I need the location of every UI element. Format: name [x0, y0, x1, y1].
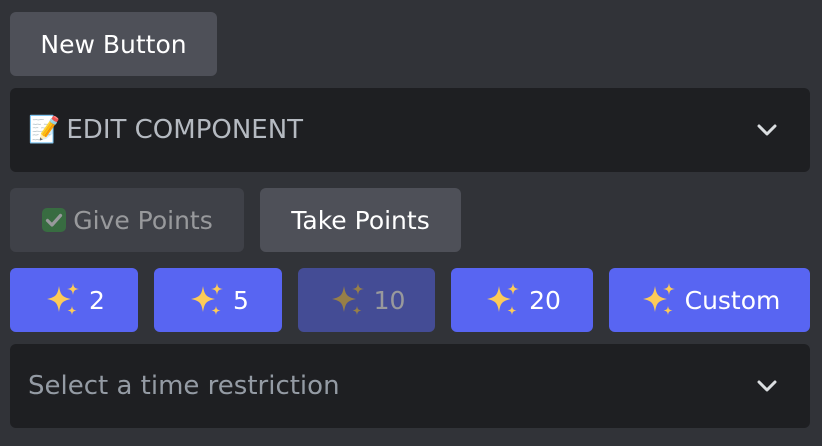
- points-5-label: 5: [233, 285, 249, 315]
- points-10-label: 10: [373, 285, 406, 315]
- points-10-button[interactable]: 10: [298, 268, 435, 332]
- time-restriction-select[interactable]: Select a time restriction: [10, 344, 810, 428]
- sparkles-icon: [187, 280, 227, 320]
- take-points-label: Take Points: [291, 205, 430, 235]
- chevron-down-icon: [754, 373, 780, 399]
- new-button[interactable]: New Button: [10, 12, 217, 76]
- new-button-label: New Button: [40, 29, 187, 59]
- points-custom-button[interactable]: Custom: [609, 268, 810, 332]
- give-points-label: Give Points: [73, 205, 213, 235]
- sparkles-icon: [483, 280, 523, 320]
- points-20-button[interactable]: 20: [451, 268, 593, 332]
- points-custom-label: Custom: [684, 285, 781, 315]
- edit-component-label: EDIT COMPONENT: [66, 115, 304, 145]
- take-points-button[interactable]: Take Points: [260, 188, 461, 252]
- sparkles-icon: [43, 280, 83, 320]
- give-points-button[interactable]: Give Points: [10, 188, 244, 252]
- memo-icon: 📝: [28, 115, 61, 145]
- sparkles-icon: [639, 280, 679, 320]
- check-mark-icon: [41, 207, 67, 233]
- sparkles-icon: [328, 280, 368, 320]
- edit-component-select[interactable]: 📝 EDIT COMPONENT: [10, 88, 810, 172]
- points-2-button[interactable]: 2: [10, 268, 138, 332]
- edit-component-text: 📝 EDIT COMPONENT: [28, 115, 303, 145]
- points-2-label: 2: [89, 285, 105, 315]
- points-20-label: 20: [529, 285, 561, 315]
- points-5-button[interactable]: 5: [154, 268, 282, 332]
- time-restriction-placeholder: Select a time restriction: [28, 371, 340, 401]
- chevron-down-icon: [754, 117, 780, 143]
